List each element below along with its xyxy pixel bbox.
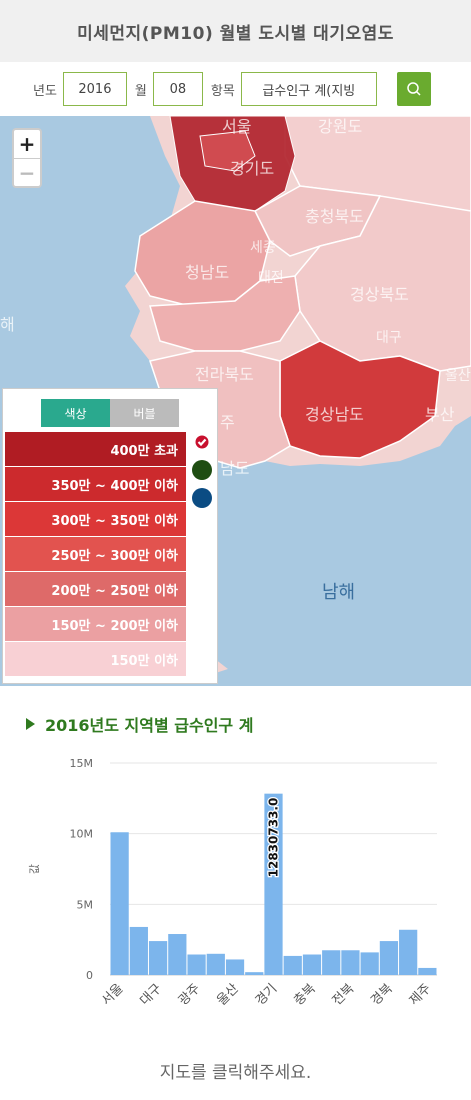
- bar-전북[interactable]: [341, 950, 360, 975]
- legend-row[interactable]: 150만 이하: [5, 642, 186, 676]
- bar-제주[interactable]: [418, 967, 437, 975]
- search-icon: [407, 82, 421, 96]
- month-label: 월: [134, 83, 147, 99]
- map-label-sejong: 세종: [250, 240, 276, 256]
- legend-panel: 색상 버블 400만 초과 350만 ~ 400만 이하 300만 ~ 350만 이…: [2, 388, 218, 684]
- map-view[interactable]: 서울 강원도 경기도 충청북도 세종 청남도 대전 경상북도 대구 전라북도 울…: [0, 116, 471, 686]
- x-tick-label: 경기: [253, 981, 281, 1009]
- section-title: 2016년도 지역별 급수인구 계: [26, 712, 253, 736]
- data-label: 12830733.0: [267, 798, 281, 878]
- x-tick-label: 울산: [214, 981, 242, 1009]
- month-select[interactable]: 08: [152, 72, 203, 106]
- legend-row[interactable]: 300만 ~ 350만 이하: [5, 502, 186, 536]
- zoom-control: + −: [12, 128, 42, 188]
- map-label-seoul: 서울: [222, 117, 251, 136]
- x-tick-label: 전북: [330, 981, 358, 1009]
- bar-울산[interactable]: [225, 959, 245, 975]
- y-tick-label: 15M: [70, 757, 94, 770]
- bar-전남[interactable]: [360, 952, 379, 975]
- bar-충남[interactable]: [322, 950, 341, 975]
- page-header: 미세먼지(PM10) 월별 도시별 대기오염도: [0, 0, 471, 62]
- x-tick-label: 경북: [368, 981, 396, 1009]
- x-tick-label: 대구: [137, 981, 165, 1009]
- bar-대전[interactable]: [206, 953, 225, 975]
- bar-대구[interactable]: [148, 941, 168, 975]
- map-label-busan: 부산: [425, 405, 455, 424]
- tab-bubble[interactable]: 버블: [110, 399, 179, 427]
- legend-tabs: 색상 버블: [41, 399, 179, 427]
- y-tick-label: 10M: [70, 828, 94, 841]
- map-label-jeonbuk: 전라북도: [195, 365, 254, 384]
- footer-hint: 지도를 클릭해주세요.: [159, 1063, 312, 1083]
- map-label-chungnam: 청남도: [185, 263, 229, 282]
- bar-강원[interactable]: [283, 955, 302, 975]
- bar-서울[interactable]: [110, 832, 129, 975]
- legend-row[interactable]: 250만 ~ 300만 이하: [5, 537, 186, 571]
- map-label-partial-1: 주: [220, 413, 235, 432]
- item-label: 항목: [210, 83, 235, 99]
- item-select[interactable]: 급수인구 계(지빙: [240, 72, 377, 106]
- color-option-selected[interactable]: [192, 432, 212, 452]
- map-label-gyeongnam: 경상남도: [305, 405, 364, 424]
- bar-경남[interactable]: [399, 929, 418, 975]
- bar-경북[interactable]: [379, 941, 399, 975]
- map-label-gyeongbuk: 경상북도: [350, 285, 409, 304]
- legend-row[interactable]: 150만 ~ 200만 이하: [5, 607, 186, 641]
- color-option[interactable]: [192, 488, 212, 508]
- legend-row[interactable]: 350만 ~ 400만 이하: [5, 467, 186, 501]
- map-label-partial-2: 남도: [220, 459, 249, 478]
- page-title: 미세먼지(PM10) 월별 도시별 대기오염도: [77, 23, 394, 44]
- y-tick-label: 5M: [77, 898, 94, 911]
- x-tick-label: 광주: [176, 981, 204, 1009]
- map-label-south-sea: 남해: [322, 582, 355, 603]
- bar-chart: 0 5M 10M 15M 값 12830733.0 서울 대구 광주 울산 경기 충북 전북 경북 제주: [0, 745, 471, 1045]
- search-button[interactable]: [396, 72, 431, 106]
- filter-bar: 년도 2016 월 08 항목 급수인구 계(지빙: [0, 62, 471, 116]
- x-tick-label: 충북: [291, 981, 319, 1009]
- year-select[interactable]: 2016: [62, 72, 127, 106]
- y-axis-title: 값: [28, 864, 41, 874]
- zoom-out-button[interactable]: −: [14, 158, 40, 186]
- bar-세종[interactable]: [245, 972, 264, 975]
- bar-광주[interactable]: [187, 954, 206, 975]
- map-label-ulsan: 울산: [445, 368, 471, 384]
- x-tick-label: 서울: [99, 981, 127, 1009]
- zoom-in-button[interactable]: +: [14, 130, 40, 158]
- map-label-daegu: 대구: [376, 330, 402, 346]
- bar-chart-svg: 0 5M 10M 15M 값 12830733.0 서울 대구 광주 울산 경기 충북 전북 경북 제주: [28, 757, 437, 1009]
- section-title-text: 2016년도 지역별 급수인구 계: [45, 716, 254, 735]
- bar-충북[interactable]: [302, 954, 322, 975]
- legend-row[interactable]: 200만 ~ 250만 이하: [5, 572, 186, 606]
- triangle-bullet-icon: [26, 718, 35, 730]
- tab-color[interactable]: 색상: [41, 399, 110, 427]
- map-label-gangwon: 강원도: [318, 117, 362, 136]
- color-option[interactable]: [192, 460, 212, 480]
- y-tick-label: 0: [86, 969, 93, 982]
- x-tick-label: 제주: [407, 981, 435, 1009]
- bar-인천[interactable]: [168, 934, 187, 975]
- map-label-chungbuk: 충청북도: [305, 207, 364, 226]
- year-label: 년도: [33, 83, 57, 99]
- legend-row[interactable]: 400만 초과: [5, 432, 186, 466]
- check-icon: [193, 433, 211, 451]
- bar-부산[interactable]: [129, 926, 148, 975]
- map-label-gyeonggi: 경기도: [230, 159, 274, 178]
- map-label-daejeon: 대전: [258, 270, 284, 286]
- map-label-partial-3: 해: [0, 315, 15, 334]
